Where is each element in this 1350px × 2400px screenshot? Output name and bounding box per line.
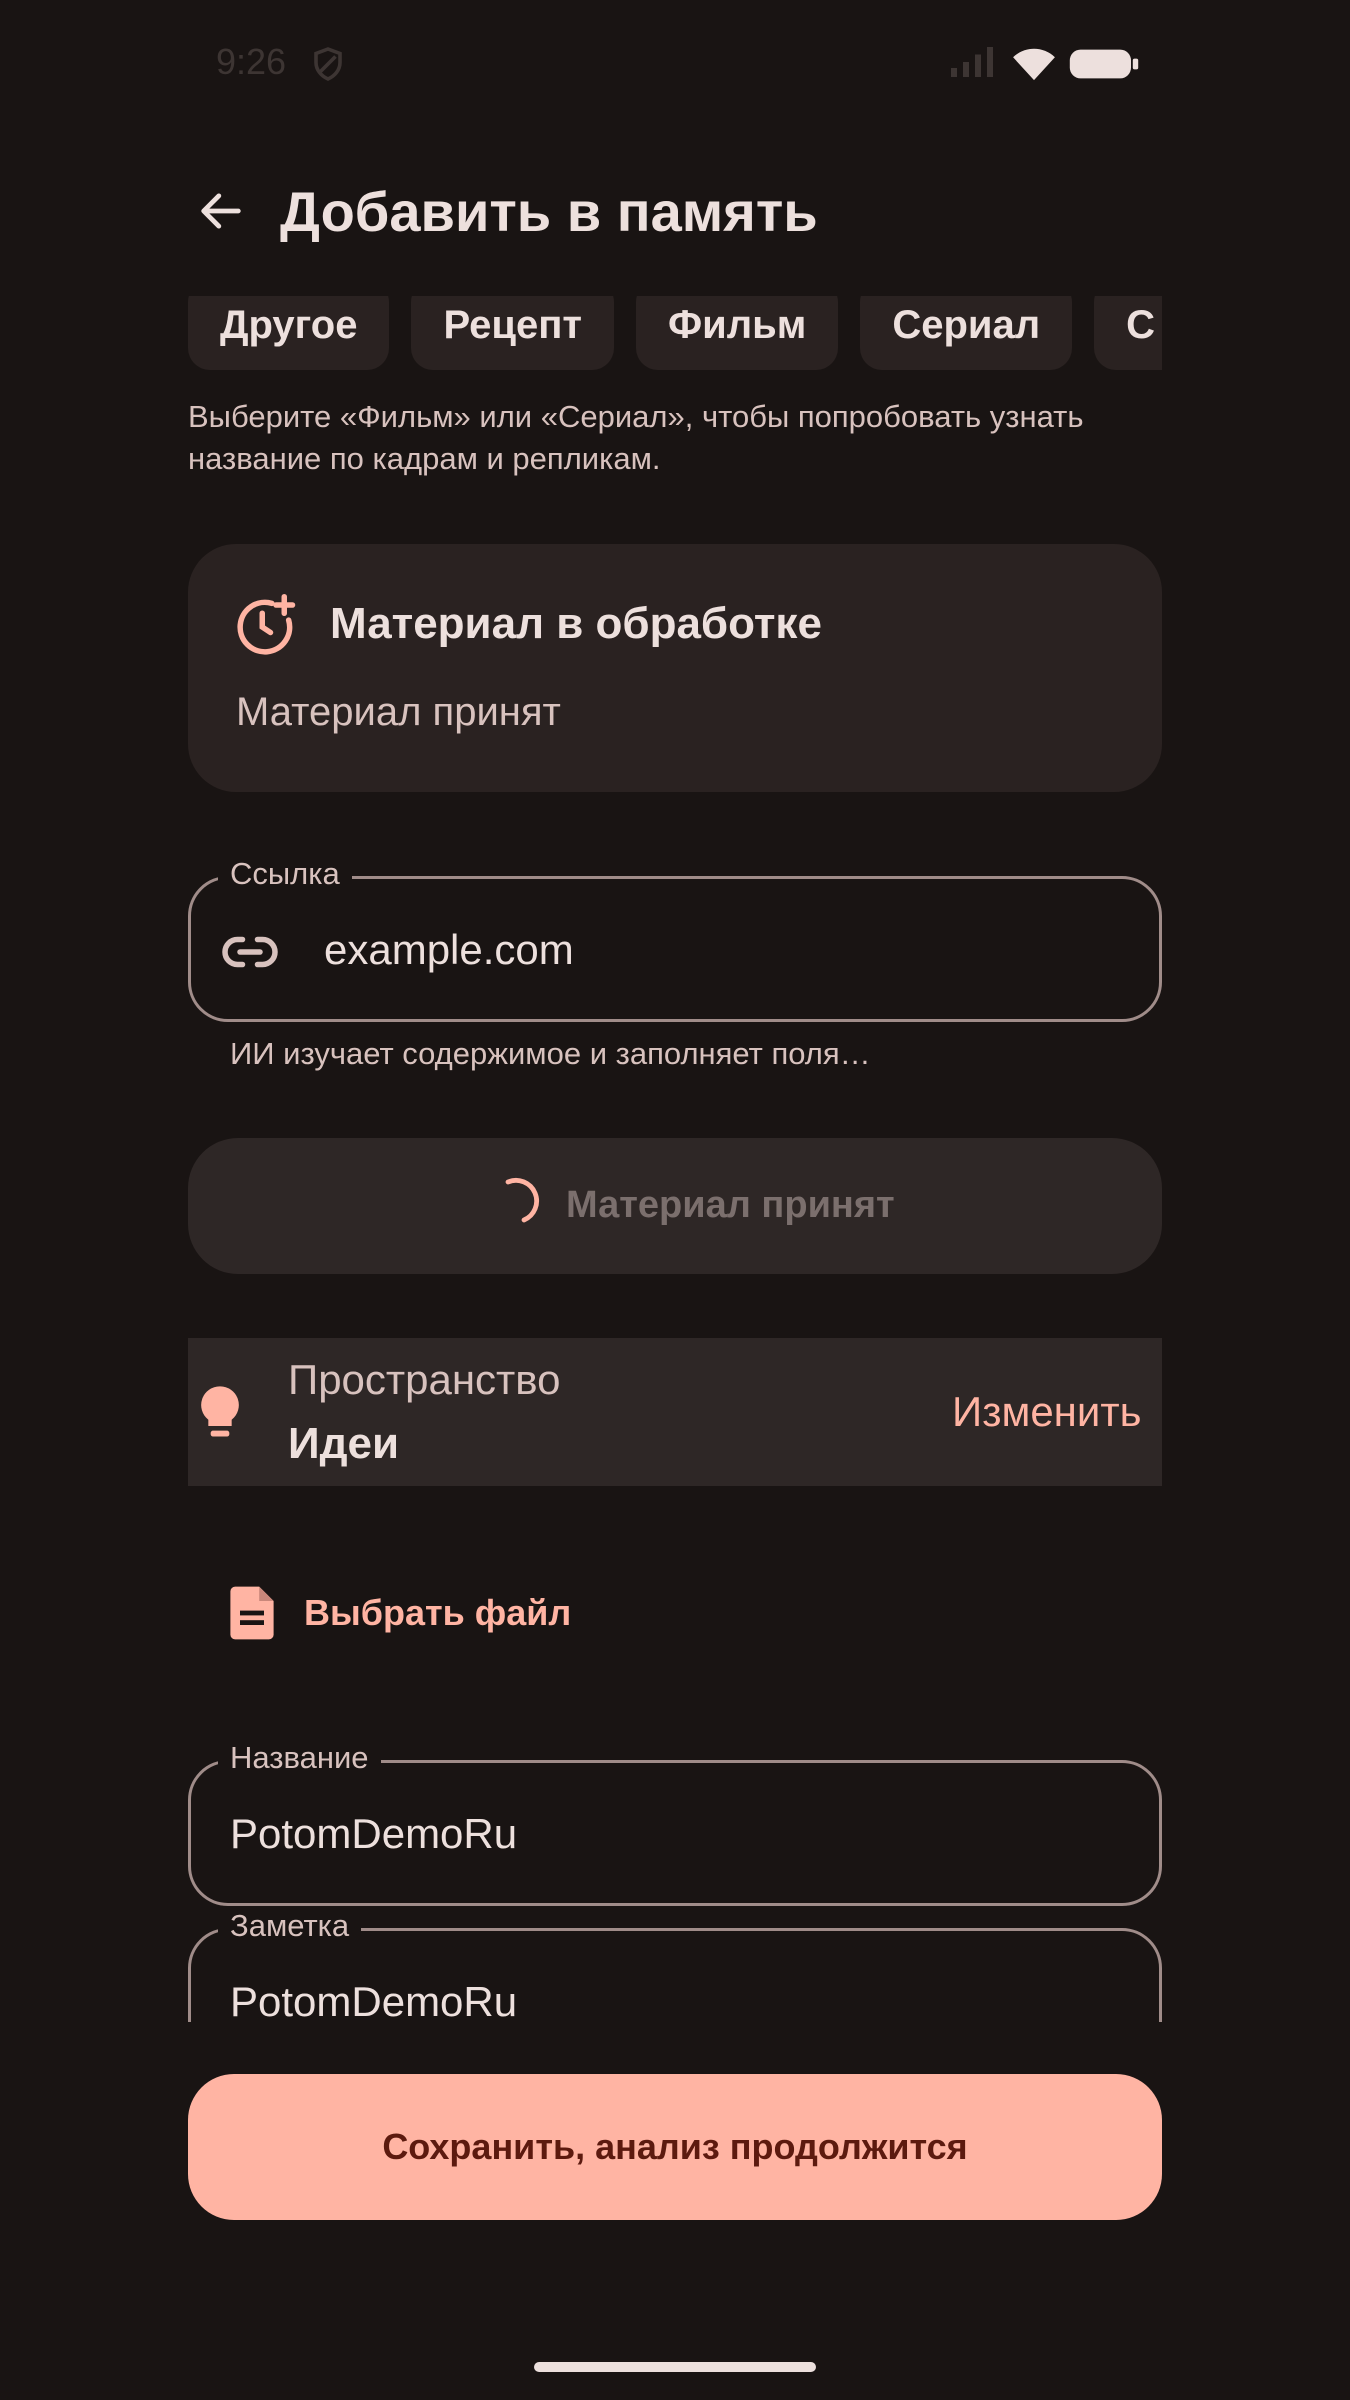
- processing-subtitle: Материал принят: [236, 690, 561, 734]
- link-input[interactable]: example.com: [324, 922, 574, 978]
- note-field-label: Заметка: [218, 1908, 362, 1944]
- chip-label: Фильм: [667, 302, 807, 347]
- chip-more[interactable]: С: [1094, 296, 1162, 370]
- note-field-clip: Заметка PotomDemoRu: [150, 1900, 1200, 2022]
- loading-spinner-icon: [505, 1178, 539, 1223]
- chip-label: С: [1126, 302, 1156, 347]
- shield-icon: [314, 47, 342, 81]
- note-input[interactable]: PotomDemoRu: [230, 1974, 517, 2022]
- chip-movie[interactable]: Фильм: [635, 296, 839, 370]
- status-time: 9:26: [216, 41, 287, 82]
- signal-icon: [951, 47, 993, 77]
- chip-recipe[interactable]: Рецепт: [411, 296, 614, 370]
- chip-series[interactable]: Сериал: [860, 296, 1073, 370]
- link-support-text: ИИ изучает содержимое и заполняет поля…: [230, 1036, 871, 1071]
- processing-title: Материал в обработке: [330, 599, 822, 648]
- save-button[interactable]: Сохранить, анализ продолжится: [188, 2074, 1162, 2220]
- change-space-button[interactable]: Изменить: [952, 1384, 1141, 1440]
- battery-icon: [1069, 49, 1139, 79]
- save-button-label: Сохранить, анализ продолжится: [382, 2126, 968, 2167]
- home-indicator[interactable]: [534, 2362, 816, 2372]
- page-title: Добавить в память: [280, 180, 818, 243]
- space-value: Идеи: [288, 1419, 400, 1468]
- choose-file-label: Выбрать файл: [304, 1592, 572, 1633]
- link-field-label: Ссылка: [218, 856, 352, 892]
- wifi-icon: [1013, 48, 1055, 81]
- back-button[interactable]: [186, 176, 256, 246]
- chip-label: Рецепт: [443, 302, 582, 347]
- name-input[interactable]: PotomDemoRu: [230, 1806, 517, 1862]
- file-icon: [230, 1586, 274, 1640]
- chip-label: Другое: [220, 302, 358, 347]
- processing-card: [188, 544, 1162, 792]
- link-icon: [222, 936, 278, 968]
- chip-label: Сериал: [892, 302, 1041, 347]
- category-chips: Другое Рецепт Фильм Сериал С: [188, 296, 1162, 370]
- name-field-label: Название: [218, 1740, 381, 1776]
- space-label: Пространство: [288, 1356, 561, 1403]
- clock-add-icon: [237, 594, 296, 655]
- category-hint: Выберите «Фильм» или «Сериал», чтобы поп…: [188, 399, 1084, 476]
- arrow-back-icon: [201, 193, 241, 229]
- status-button-label: Материал принят: [566, 1184, 895, 1226]
- chip-other[interactable]: Другое: [188, 296, 390, 370]
- lightbulb-icon: [201, 1386, 239, 1437]
